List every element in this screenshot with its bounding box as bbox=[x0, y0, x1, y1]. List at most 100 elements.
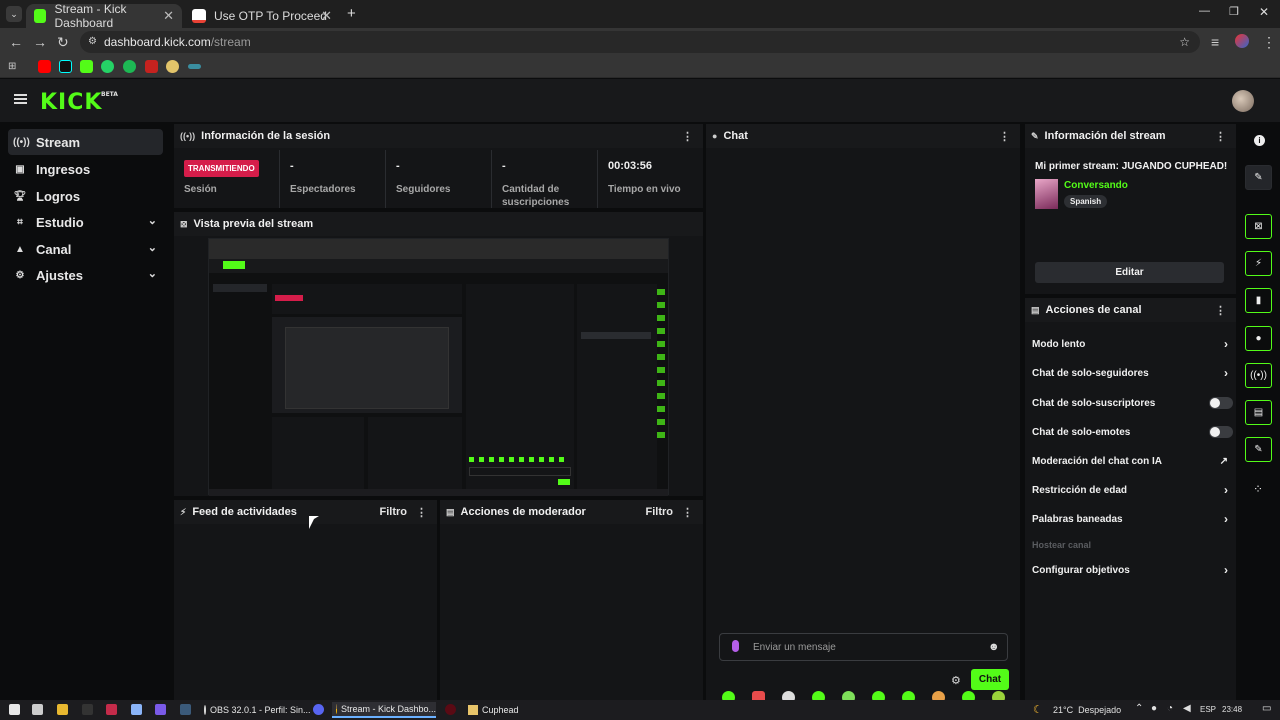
taskbar-app-chrome[interactable]: Stream - Kick Dashbo... bbox=[332, 702, 436, 718]
menu-icon[interactable] bbox=[14, 94, 27, 104]
url-input[interactable]: ⚙ dashboard.kick.com/stream ☆ bbox=[80, 31, 1200, 53]
tab-kick-dashboard[interactable]: Stream - Kick Dashboard ✕ bbox=[26, 2, 182, 30]
close-window-icon[interactable]: ✕ bbox=[1259, 5, 1269, 19]
rail-modlog-button[interactable]: ▮ bbox=[1245, 288, 1272, 313]
restore-icon[interactable]: ❐ bbox=[1229, 5, 1239, 18]
apps-grid-icon[interactable]: ⊞ bbox=[8, 60, 21, 73]
sidebar-item-logros[interactable]: 🏆︎ Logros bbox=[8, 183, 163, 209]
bookmark-teal-icon[interactable] bbox=[188, 64, 201, 69]
close-tab-icon[interactable]: ✕ bbox=[321, 8, 332, 24]
whatsapp-icon[interactable] bbox=[101, 60, 114, 73]
profile-icon[interactable] bbox=[1235, 34, 1249, 48]
forward-icon[interactable]: → bbox=[33, 34, 47, 50]
microphone-icon[interactable] bbox=[732, 640, 739, 652]
sidebar-item-estudio[interactable]: ⌗ Estudio ⌄ bbox=[8, 209, 163, 235]
moon-weather-icon: ☾ bbox=[1033, 704, 1043, 716]
language-indicator[interactable]: ESP bbox=[1200, 705, 1216, 714]
browser-menu-icon[interactable]: ⋮ bbox=[1262, 34, 1276, 51]
reload-icon[interactable]: ↻ bbox=[57, 34, 69, 51]
photos-icon[interactable] bbox=[32, 704, 43, 715]
action-followers-only[interactable]: Chat de solo-seguidores › bbox=[1032, 363, 1232, 383]
rail-actions-button[interactable]: ▤ bbox=[1245, 400, 1272, 425]
new-tab-icon[interactable]: + bbox=[347, 5, 356, 22]
rail-chat-button[interactable]: ● bbox=[1245, 326, 1272, 351]
app-dark-red-icon[interactable] bbox=[445, 704, 456, 715]
steam-icon[interactable] bbox=[180, 704, 191, 715]
beta-tag: BETA bbox=[101, 91, 118, 98]
microphone-tray-icon[interactable]: ● bbox=[1151, 703, 1157, 714]
youtube-icon[interactable] bbox=[38, 60, 51, 73]
edit-stream-button[interactable]: Editar bbox=[1035, 262, 1224, 283]
discord-icon[interactable] bbox=[313, 704, 324, 715]
tab-list-icon[interactable]: ⌄ bbox=[6, 6, 22, 22]
sidebar-item-stream[interactable]: ((•)) Stream bbox=[8, 129, 163, 155]
kick-logo[interactable]: KICK BETA bbox=[40, 90, 118, 115]
bookmark-star-icon[interactable]: ☆ bbox=[1179, 31, 1190, 53]
send-chat-button[interactable]: Chat bbox=[971, 669, 1009, 690]
info-icon[interactable]: i bbox=[1254, 135, 1265, 146]
action-age-restriction[interactable]: Restricción de edad › bbox=[1032, 480, 1232, 500]
network-icon[interactable]: ◔ bbox=[1167, 703, 1173, 714]
more-options-icon[interactable]: ⋮ bbox=[1215, 130, 1226, 143]
site-info-icon[interactable]: ⚙ bbox=[88, 31, 97, 53]
widgets-icon[interactable]: ⁘ bbox=[1253, 482, 1263, 496]
gmail-icon[interactable] bbox=[145, 60, 158, 73]
stream-preview-video[interactable] bbox=[208, 238, 669, 496]
notifications-icon[interactable]: ▭ bbox=[1262, 703, 1271, 714]
emotes-only-toggle[interactable] bbox=[1209, 426, 1233, 438]
volume-icon[interactable]: ◀ bbox=[1183, 703, 1191, 714]
filter-button[interactable]: Filtro bbox=[380, 506, 408, 518]
edit-layout-button[interactable]: ✎ bbox=[1245, 165, 1272, 190]
rail-info-button[interactable]: ✎ bbox=[1245, 437, 1272, 462]
tray-chevron-icon[interactable]: ⌃ bbox=[1135, 703, 1143, 714]
rail-session-button[interactable]: ((•)) bbox=[1245, 363, 1272, 388]
filter-button[interactable]: Filtro bbox=[646, 506, 674, 518]
category-name[interactable]: Conversando bbox=[1064, 180, 1128, 191]
action-banned-words[interactable]: Palabras baneadas › bbox=[1032, 509, 1232, 529]
sidebar-item-ajustes[interactable]: ⚙ Ajustes ⌄ bbox=[8, 262, 163, 288]
close-tab-icon[interactable]: ✕ bbox=[163, 8, 174, 24]
windows-start-icon[interactable] bbox=[9, 704, 20, 715]
tab-label: Stream - Kick Dashboard bbox=[54, 2, 127, 30]
preview-feed-panel bbox=[272, 417, 364, 493]
sidebar-item-canal[interactable]: ▲ Canal ⌄ bbox=[8, 236, 163, 262]
tab-otp[interactable]: Use OTP To Proceed - dienteJe... ✕ bbox=[184, 4, 340, 28]
reading-list-icon[interactable]: ≡ bbox=[1211, 34, 1219, 50]
app-red-icon[interactable] bbox=[106, 704, 117, 715]
taskbar-app-cuphead[interactable]: Cuphead bbox=[464, 702, 534, 718]
avatar[interactable] bbox=[1232, 90, 1254, 112]
emoji-icon[interactable]: ☻ bbox=[988, 641, 1000, 653]
more-options-icon[interactable]: ⋮ bbox=[682, 130, 693, 143]
more-options-icon[interactable]: ⋮ bbox=[682, 506, 693, 519]
subscribers-only-toggle[interactable] bbox=[1209, 397, 1233, 409]
chat-settings-icon[interactable]: ⚙ bbox=[951, 674, 961, 687]
category-thumbnail bbox=[1035, 179, 1058, 209]
external-link-icon: ↗ bbox=[1219, 455, 1228, 467]
action-ai-moderation[interactable]: Moderación del chat con IA ↗ bbox=[1032, 451, 1232, 471]
minimize-icon[interactable]: — bbox=[1199, 5, 1210, 17]
back-icon[interactable]: ← bbox=[9, 34, 23, 50]
chat-input[interactable]: Enviar un mensaje ☻ bbox=[719, 633, 1008, 661]
app-purple-icon[interactable] bbox=[155, 704, 166, 715]
bookmark-yellow-icon[interactable] bbox=[166, 60, 179, 73]
rail-preview-button[interactable]: ⊠ bbox=[1245, 214, 1272, 239]
taskbar-app-obs[interactable]: OBS 32.0.1 - Perfil: Sin... bbox=[200, 702, 311, 718]
rail-feed-button[interactable]: ⚡︎ bbox=[1245, 251, 1272, 276]
chat-bubble-icon: ● bbox=[1255, 333, 1262, 344]
clock[interactable]: 23:48 bbox=[1222, 705, 1242, 714]
sidebar-item-label: Stream bbox=[36, 134, 81, 150]
sidebar-item-ingresos[interactable]: ▣ Ingresos bbox=[8, 156, 163, 182]
more-options-icon[interactable]: ⋮ bbox=[416, 506, 427, 519]
spotify-icon[interactable] bbox=[123, 60, 136, 73]
action-configure-goals[interactable]: Configurar objetivos › bbox=[1032, 560, 1232, 580]
kick-bookmark-icon[interactable] bbox=[80, 60, 93, 73]
panel-header: ⊠ Vista previa del stream bbox=[174, 212, 703, 236]
notepad-icon[interactable] bbox=[131, 704, 142, 715]
action-slow-mode[interactable]: Modo lento › bbox=[1032, 334, 1232, 354]
tiktok-icon[interactable] bbox=[59, 60, 72, 73]
terminal-icon[interactable] bbox=[82, 704, 93, 715]
more-options-icon[interactable]: ⋮ bbox=[999, 130, 1010, 143]
file-explorer-icon[interactable] bbox=[57, 704, 68, 715]
more-options-icon[interactable]: ⋮ bbox=[1215, 304, 1226, 317]
weather-text[interactable]: 21°C Despejado bbox=[1053, 705, 1121, 715]
